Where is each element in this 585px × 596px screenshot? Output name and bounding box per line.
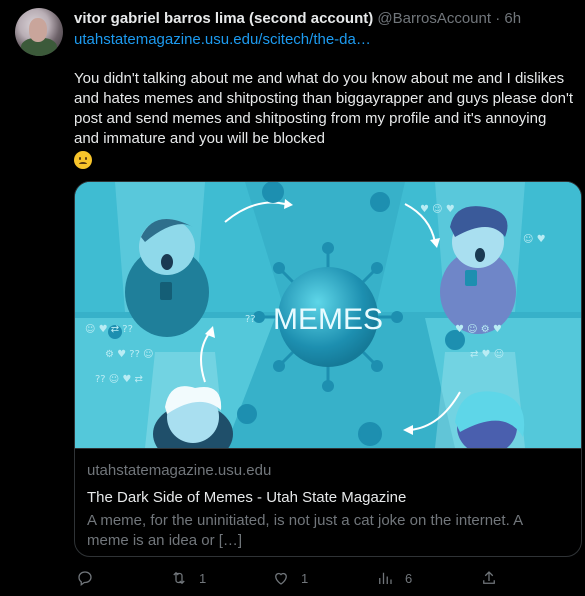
tweet[interactable]: vitor gabriel barros lima (second accoun… bbox=[0, 0, 585, 596]
svg-text:☺ ♥ ⇄ ??: ☺ ♥ ⇄ ?? bbox=[85, 324, 133, 335]
tweet-header: vitor gabriel barros lima (second accoun… bbox=[74, 9, 521, 28]
reply-icon bbox=[78, 571, 92, 587]
card-domain: utahstatemagazine.usu.edu bbox=[87, 462, 272, 479]
reply-button[interactable] bbox=[76, 566, 105, 590]
retweet-count: 1 bbox=[199, 570, 207, 586]
views-button[interactable]: 6 bbox=[376, 566, 412, 590]
heart-icon bbox=[275, 572, 287, 585]
card-image-text: MEMES bbox=[273, 303, 383, 336]
svg-text:☺ ♥: ☺ ♥ bbox=[523, 234, 546, 245]
author-handle[interactable]: @BarrosAccount bbox=[377, 10, 491, 27]
like-button[interactable]: 1 bbox=[272, 566, 308, 590]
svg-text:♥ ☺ ♥: ♥ ☺ ♥ bbox=[420, 204, 455, 215]
svg-text:??: ?? bbox=[245, 314, 256, 325]
tweet-link[interactable]: utahstatemagazine.usu.edu/scitech/the-da… bbox=[74, 30, 371, 49]
link-card[interactable]: MEMES ☺ ♥ ⇄ ?? ⚙ ♥ ?? ☺ ?? ☺ ♥ ⇄ ♥ ☺ ⚙ ♥… bbox=[74, 181, 582, 557]
svg-text:⚙ ♥ ?? ☺: ⚙ ♥ ?? ☺ bbox=[105, 349, 154, 360]
svg-text:?? ☺ ♥ ⇄: ?? ☺ ♥ ⇄ bbox=[95, 374, 143, 385]
svg-text:⇄ ♥ ☺: ⇄ ♥ ☺ bbox=[470, 349, 504, 360]
card-info[interactable]: utahstatemagazine.usu.edu The Dark Side … bbox=[75, 448, 581, 556]
tweet-body: You didn't talking about me and what do … bbox=[74, 70, 574, 147]
card-image[interactable]: MEMES ☺ ♥ ⇄ ?? ⚙ ♥ ?? ☺ ?? ☺ ♥ ⇄ ♥ ☺ ⚙ ♥… bbox=[75, 182, 581, 448]
share-button[interactable] bbox=[480, 566, 498, 590]
views-count: 6 bbox=[405, 570, 413, 586]
like-count: 1 bbox=[301, 570, 309, 586]
avatar[interactable] bbox=[15, 8, 63, 56]
author-name[interactable]: vitor gabriel barros lima (second accoun… bbox=[74, 10, 373, 27]
views-icon bbox=[379, 572, 392, 584]
card-description: A meme, for the uninitiated, is not just… bbox=[87, 512, 523, 549]
tweet-text: You didn't talking about me and what do … bbox=[74, 69, 574, 172]
svg-text:♥ ☺ ⚙ ♥: ♥ ☺ ⚙ ♥ bbox=[455, 324, 502, 335]
card-title[interactable]: The Dark Side of Memes - Utah State Maga… bbox=[87, 488, 569, 508]
retweet-button[interactable]: 1 bbox=[170, 566, 206, 590]
retweet-icon bbox=[173, 571, 185, 585]
timestamp[interactable]: 6h bbox=[504, 10, 521, 27]
share-icon bbox=[483, 571, 495, 584]
separator: · bbox=[495, 10, 501, 27]
frowning-face-emoji-icon bbox=[74, 151, 92, 169]
action-bar: 1 1 6 bbox=[74, 566, 582, 590]
